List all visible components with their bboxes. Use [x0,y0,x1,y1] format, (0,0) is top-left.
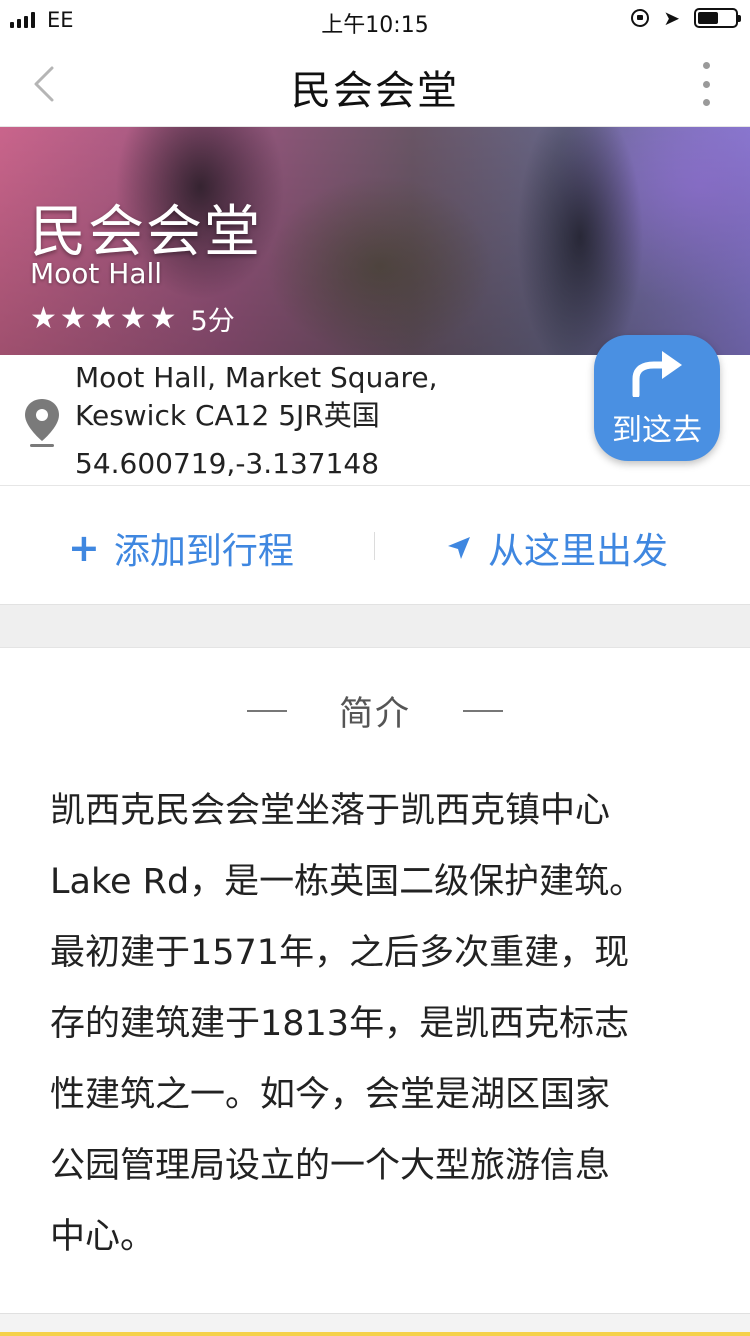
intro-title: 简介 [339,694,411,734]
star-icon: ★ [149,300,177,336]
intro-header: 简介 [0,686,750,735]
coordinates: 54.600719,-3.137148 [75,447,380,480]
add-to-itinerary-label: 添加到行程 [113,531,294,572]
rotation-lock-icon [631,9,650,27]
navigation-arrow-icon [448,537,470,559]
address-text: Moot Hall, Market Square, Keswick CA12 5… [75,361,438,432]
rating-score: 5分 [190,306,235,337]
page-title: 民会会堂 [291,68,459,114]
rating-stars: ★ ★ ★ ★ ★ [30,300,177,336]
status-bar: EE 上午10:15 ➤ [0,0,750,40]
more-dot [702,80,710,88]
navigate-here-button[interactable]: 到这去 [594,335,720,461]
battery-icon [694,8,741,28]
star-icon: ★ [30,300,57,336]
rating: ★ ★ ★ ★ ★ 5分 [30,299,235,338]
depart-from-here-button[interactable]: 从这里出发 [446,522,668,574]
intro-section: 简介 凯西克民会会堂坐落于凯西克镇中心 Lake Rd，是一栋英国二级保护建筑。… [0,648,750,1313]
divider [247,709,287,712]
turn-right-arrow-icon [632,351,682,397]
depart-from-here-label: 从这里出发 [488,531,669,572]
more-dot [702,99,710,106]
divider [463,709,503,712]
location-arrow-icon: ➤ [663,6,680,30]
star-icon: ★ [89,300,117,336]
divider [374,532,375,560]
star-icon: ★ [119,300,147,336]
place-name-en: Moot Hall [30,257,163,290]
star-icon: ★ [59,300,87,336]
section-separator [0,605,750,648]
nav-bar: 民会会堂 [0,40,750,127]
bottom-bar [0,1313,750,1336]
more-dot [702,62,710,69]
add-to-itinerary-button[interactable]: + 添加到行程 [68,522,294,574]
intro-text: 凯西克民会会堂坐落于凯西克镇中心 Lake Rd，是一栋英国二级保护建筑。 最初… [50,791,645,1257]
more-button[interactable] [694,62,718,106]
hero-image: 民会会堂 Moot Hall ★ ★ ★ ★ ★ 5分 [0,127,750,355]
action-bar: + 添加到行程 从这里出发 [0,486,750,605]
place-name: 民会会堂 [30,200,262,265]
address-section: Moot Hall, Market Square, Keswick CA12 5… [0,335,750,486]
plus-icon: + [68,526,100,570]
map-pin-icon [25,399,59,447]
navigate-here-label: 到这去 [612,413,702,448]
